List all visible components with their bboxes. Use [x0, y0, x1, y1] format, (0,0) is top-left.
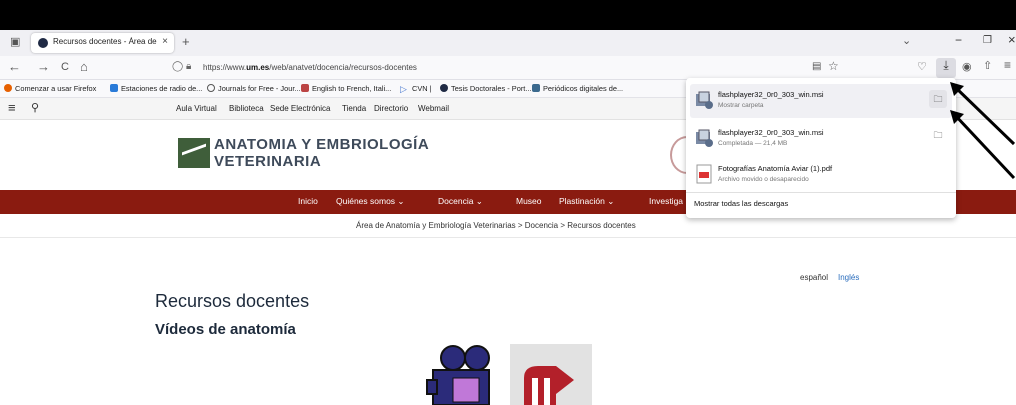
- department-logo[interactable]: [178, 138, 210, 168]
- um-icon: [440, 84, 448, 92]
- nav-museo[interactable]: Museo: [516, 196, 542, 206]
- bookmark-item[interactable]: ▷ CVN |: [400, 83, 432, 94]
- video-camera-icon[interactable]: [425, 344, 507, 405]
- menu-icon[interactable]: ≡: [1004, 58, 1011, 72]
- bookmark-star-icon[interactable]: ☆: [828, 59, 839, 73]
- url-prefix: https://www.: [203, 63, 247, 72]
- link-directorio[interactable]: Directorio: [374, 104, 408, 113]
- nav-quienes-somos[interactable]: Quiénes somos ⌄: [336, 196, 405, 207]
- minimize-button[interactable]: −: [955, 33, 962, 47]
- bookmark-item[interactable]: English to French, Itali...: [301, 83, 391, 94]
- link-sede-electronica[interactable]: Sede Electrónica: [270, 104, 330, 113]
- pocket-icon[interactable]: ♡: [917, 60, 927, 73]
- nav-plastinacion[interactable]: Plastinación ⌄: [559, 196, 614, 207]
- pdf-file-icon: [696, 164, 712, 184]
- nav-inicio[interactable]: Inicio: [298, 196, 318, 206]
- bookmark-item[interactable]: Periódicos digitales de...: [532, 83, 623, 94]
- download-item[interactable]: flashplayer32_0r0_303_win.msi Completada…: [690, 122, 952, 156]
- tab-title: Recursos docentes - Área de An: [53, 37, 157, 46]
- new-tab-button[interactable]: +: [182, 34, 190, 49]
- msi-installer-icon: [696, 129, 713, 147]
- section-title: Vídeos de anatomía: [155, 321, 296, 338]
- reader-view-icon[interactable]: ▤: [812, 61, 821, 72]
- screen-top-black-bar: [0, 0, 1016, 30]
- download-status: Mostrar carpeta: [718, 102, 764, 109]
- lock-icon[interactable]: 🔒︎: [186, 61, 191, 72]
- reload-button[interactable]: C: [61, 59, 69, 75]
- radio-icon: [110, 84, 118, 92]
- tracking-shield-icon[interactable]: ◯: [172, 61, 183, 72]
- newspaper-icon: [532, 84, 540, 92]
- download-item[interactable]: Fotografías Anatomía Aviar (1).pdf Archi…: [690, 158, 952, 192]
- site-title-line1[interactable]: ANATOMIA Y EMBRIOLOGÍA: [214, 136, 429, 153]
- show-all-downloads-button[interactable]: Mostrar todas las descargas: [694, 199, 788, 208]
- list-all-tabs-icon[interactable]: ⌄: [902, 34, 911, 47]
- tab-recursos-docentes[interactable]: Recursos docentes - Área de An ×: [31, 33, 174, 53]
- nav-docencia[interactable]: Docencia ⌄: [438, 196, 483, 207]
- firefox-icon: [4, 84, 12, 92]
- annotation-arrows: [950, 82, 1016, 180]
- link-webmail[interactable]: Webmail: [418, 104, 449, 113]
- cvn-icon: ▷: [400, 84, 407, 94]
- download-item[interactable]: flashplayer32_0r0_303_win.msi Mostrar ca…: [690, 84, 952, 118]
- tab-list-icon[interactable]: ▣: [10, 35, 20, 48]
- lang-espanol[interactable]: español: [800, 273, 828, 282]
- nav-investigacion[interactable]: Investiga: [649, 196, 683, 206]
- bookmark-item[interactable]: Estaciones de radio de...: [110, 83, 202, 94]
- site-favicon-icon: [38, 38, 48, 48]
- divider: [0, 237, 1016, 238]
- tab-close-icon[interactable]: ×: [162, 36, 168, 47]
- download-filename: Fotografías Anatomía Aviar (1).pdf: [718, 164, 833, 173]
- forward-button[interactable]: →: [37, 59, 50, 75]
- close-window-button[interactable]: ×: [1008, 32, 1016, 47]
- um-video-logo[interactable]: [510, 344, 592, 405]
- msi-installer-icon: [696, 91, 713, 109]
- link-aula-virtual[interactable]: Aula Virtual: [176, 104, 217, 113]
- back-button[interactable]: ←: [8, 59, 21, 75]
- download-filename: flashplayer32_0r0_303_win.msi: [718, 90, 824, 99]
- url-bar[interactable]: ◯ 🔒︎ https://www.um.es/web/anatvet/docen…: [170, 59, 848, 77]
- restore-button[interactable]: ❐: [983, 35, 992, 46]
- site-title-line2[interactable]: VETERINARIA: [214, 153, 321, 170]
- link-tienda[interactable]: Tienda: [342, 104, 366, 113]
- lang-ingles[interactable]: Inglés: [838, 273, 859, 282]
- home-button[interactable]: ⌂: [80, 59, 88, 75]
- download-status: Archivo movido o desaparecido: [718, 176, 809, 183]
- translate-icon: [301, 84, 309, 92]
- url-path: /web/anatvet/docencia/recursos-docentes: [269, 63, 417, 72]
- site-search-icon[interactable]: ⚲: [31, 101, 39, 114]
- download-status: Completada — 21,4 MB: [718, 140, 788, 147]
- site-menu-icon[interactable]: ≡: [8, 100, 16, 115]
- globe-icon: [207, 84, 215, 92]
- link-biblioteca[interactable]: Biblioteca: [229, 104, 264, 113]
- page-title: Recursos docentes: [155, 291, 310, 311]
- url-host: um.es: [246, 63, 270, 72]
- divider: [686, 192, 956, 193]
- bookmark-item[interactable]: Tesis Doctorales - Port...: [440, 83, 532, 94]
- breadcrumb[interactable]: Área de Anatomía y Embriología Veterinar…: [356, 221, 636, 230]
- account-icon[interactable]: ◉: [962, 60, 972, 73]
- download-filename: flashplayer32_0r0_303_win.msi: [718, 128, 824, 137]
- extensions-icon[interactable]: ⇧: [983, 59, 992, 72]
- bookmark-item[interactable]: Journals for Free - Jour...: [207, 83, 301, 94]
- bookmark-item[interactable]: Comenzar a usar Firefox: [4, 83, 96, 94]
